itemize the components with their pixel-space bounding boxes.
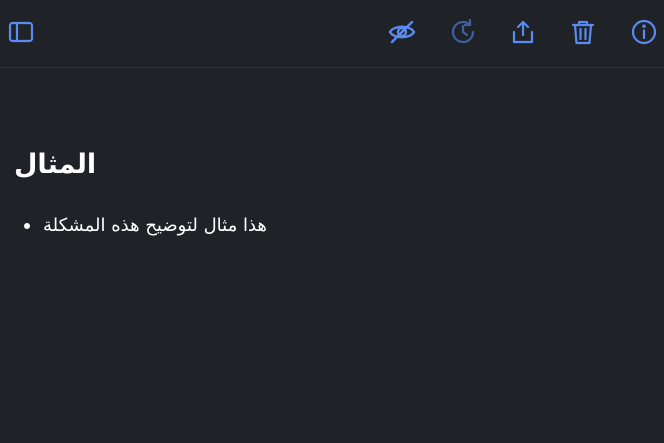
note-content[interactable]: المثال هذا مثال لتوضيح هذه المشكلة — [0, 69, 664, 443]
list-item-text: هذا مثال لتوضيح هذه المشكلة — [43, 215, 267, 236]
list-item: هذا مثال لتوضيح هذه المشكلة — [24, 212, 267, 240]
eye-slash-icon — [388, 20, 416, 44]
top-toolbar — [0, 0, 664, 68]
trash-icon — [571, 20, 595, 45]
toggle-preview-button[interactable] — [388, 18, 416, 46]
note-title: المثال — [14, 149, 97, 180]
share-button[interactable] — [509, 18, 537, 46]
sidebar-toggle-button[interactable] — [7, 18, 35, 46]
history-button[interactable] — [449, 18, 477, 46]
info-button[interactable] — [630, 18, 658, 46]
sidebar-toggle-icon — [8, 21, 34, 43]
note-bullet-list: هذا مثال لتوضيح هذه المشكلة — [24, 212, 267, 240]
delete-button[interactable] — [569, 18, 597, 46]
bullet-icon — [24, 223, 30, 229]
history-icon — [451, 18, 475, 44]
share-icon — [512, 20, 534, 44]
info-icon — [631, 19, 657, 45]
